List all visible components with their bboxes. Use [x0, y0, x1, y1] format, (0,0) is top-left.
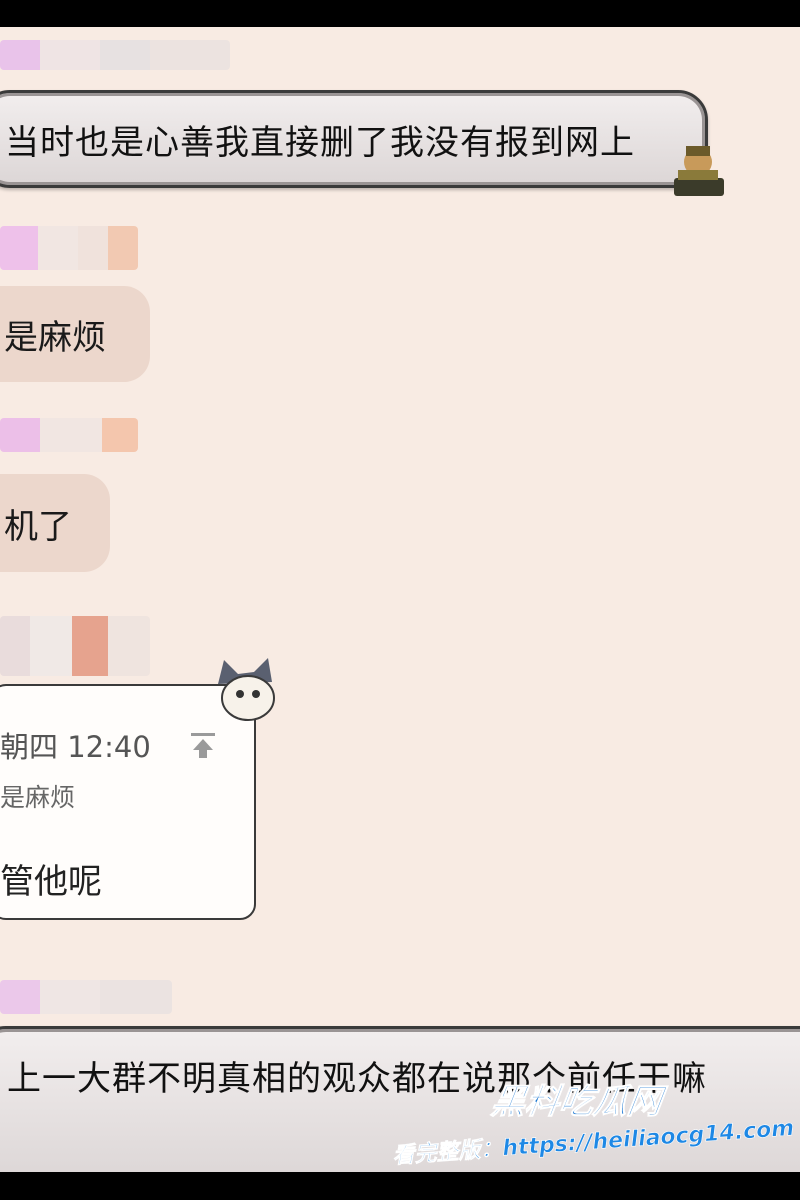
sender-name-blurred: [0, 40, 230, 70]
pin-top-icon[interactable]: [188, 730, 218, 760]
sender-name-blurred: [0, 418, 138, 452]
sender-name-blurred: [0, 980, 172, 1014]
message-text: 当时也是心善我直接删了我没有报到网上: [5, 122, 635, 163]
bottom-black-bar: [0, 1172, 800, 1200]
message-text: 机了: [4, 506, 72, 547]
message-bubble[interactable]: 当时也是心善我直接删了我没有报到网上: [0, 90, 708, 188]
watermark-logo: 黑料吃瓜网: [488, 1082, 665, 1123]
top-black-bar: [0, 0, 800, 27]
avatar-sticker-icon: [674, 146, 724, 196]
sender-name-blurred: [0, 226, 138, 270]
message-bubble[interactable]: 是麻烦: [0, 286, 150, 382]
quote-timestamp: 朝四 12:40: [0, 730, 151, 764]
reply-text: 管他呢: [0, 862, 102, 902]
message-text: 是麻烦: [4, 317, 106, 358]
sender-name-blurred: [0, 616, 150, 676]
quoted-text: 是麻烦: [0, 783, 76, 812]
message-bubble[interactable]: 机了: [0, 474, 110, 572]
cat-avatar-sticker-icon: [218, 658, 275, 721]
